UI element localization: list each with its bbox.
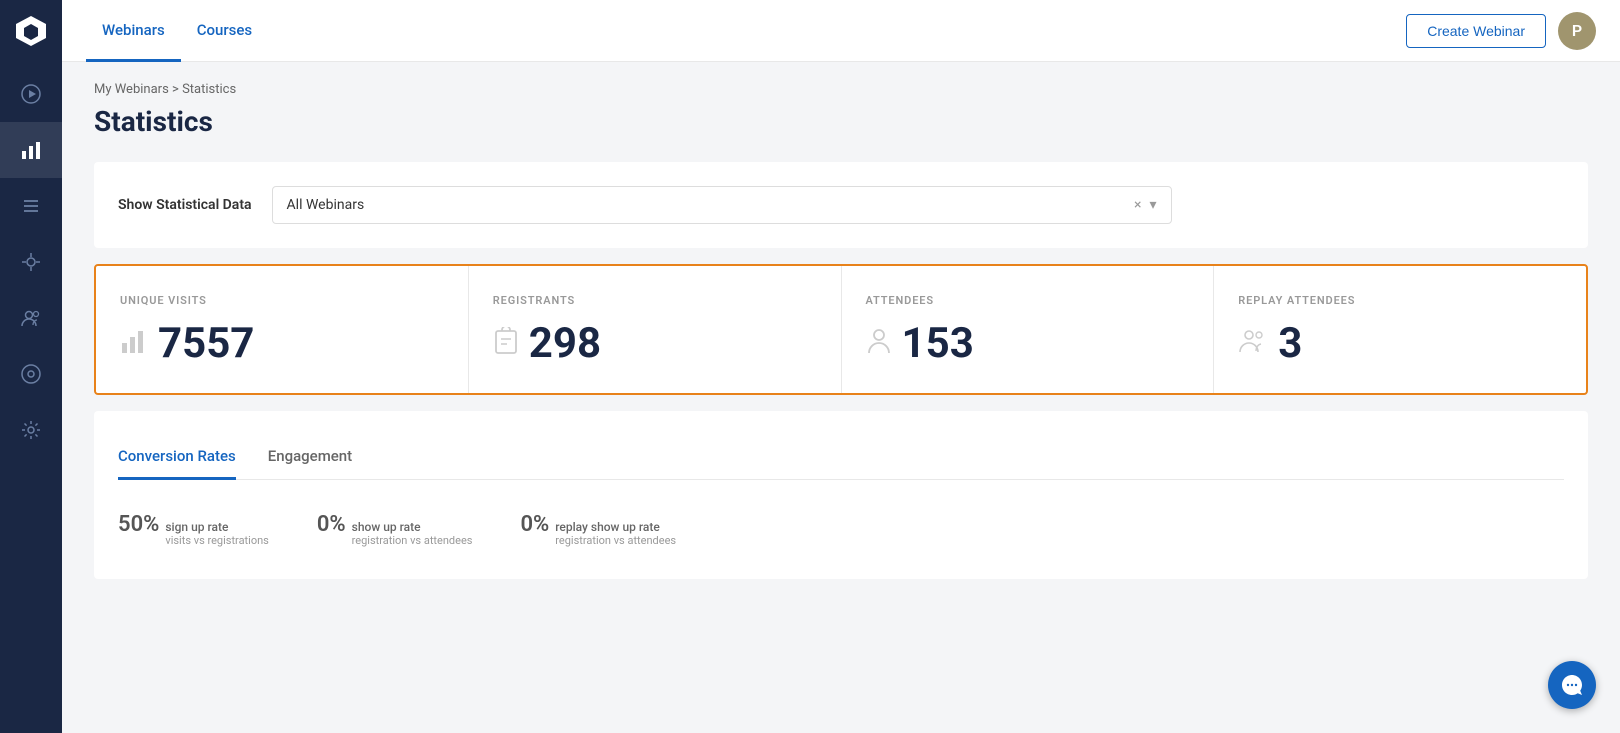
filter-label: Show Statistical Data [118,197,252,213]
showup-rate-title: show up rate [352,520,473,534]
filter-clear-icon[interactable]: × [1134,197,1141,213]
stat-attendees-label: ATTENDEES [866,294,1190,307]
page-title: Statistics [94,105,1588,138]
signup-rate-subtitle: visits vs registrations [165,534,268,547]
nav-tabs: Webinars Courses [86,0,268,61]
stat-unique-visits: UNIQUE VISITS 7557 [96,266,469,393]
signup-rate-value: 50% [118,512,159,537]
stat-replay-attendees-number: 3 [1278,323,1302,365]
persons-icon [1238,327,1268,362]
conversion-row: 50% sign up rate visits vs registrations… [118,504,1564,555]
replay-showup-rate-value: 0% [520,512,549,537]
tab-conversion-rates[interactable]: Conversion Rates [118,435,236,480]
conversion-card: Conversion Rates Engagement 50% sign up … [94,411,1588,579]
showup-rate-value: 0% [317,512,346,537]
replay-showup-rate-desc: replay show up rate registration vs atte… [555,520,676,547]
stat-registrants-label: REGISTRANTS [493,294,817,307]
sidebar-item-list[interactable] [0,178,62,234]
tab-engagement[interactable]: Engagement [268,435,352,480]
filter-card: Show Statistical Data All Webinars × ▾ [94,162,1588,248]
filter-row: Show Statistical Data All Webinars × ▾ [118,186,1564,224]
stat-unique-visits-number: 7557 [158,323,254,365]
filter-select-value: All Webinars [287,197,365,213]
showup-rate-subtitle: registration vs attendees [352,534,473,547]
signup-rate-title: sign up rate [165,520,268,534]
stat-registrants-value-row: 298 [493,323,817,365]
create-webinar-button[interactable]: Create Webinar [1406,14,1546,48]
sidebar-logo [0,0,62,62]
conversion-replay-showup-rate: 0% replay show up rate registration vs a… [520,512,676,547]
stat-replay-attendees: REPLAY ATTENDEES 3 [1214,266,1586,393]
nav-actions: Create Webinar P [1406,0,1596,61]
conversion-signup-rate: 50% sign up rate visits vs registrations [118,512,269,547]
top-navigation: Webinars Courses Create Webinar P [62,0,1620,62]
conversion-showup-rate: 0% show up rate registration vs attendee… [317,512,473,547]
stat-registrants-number: 298 [529,323,601,365]
bar-chart-icon [120,327,148,362]
stat-registrants: REGISTRANTS 298 [469,266,842,393]
tab-webinars[interactable]: Webinars [86,0,181,62]
filter-select-dropdown[interactable]: All Webinars × ▾ [272,186,1172,224]
main-content: Webinars Courses Create Webinar P My Web… [62,0,1620,733]
section-tabs: Conversion Rates Engagement [118,435,1564,480]
showup-rate-desc: show up rate registration vs attendees [352,520,473,547]
stat-replay-attendees-value-row: 3 [1238,323,1562,365]
person-icon [866,327,892,362]
stat-unique-visits-label: UNIQUE VISITS [120,294,444,307]
sidebar-item-contacts[interactable] [0,290,62,346]
clipboard-icon [493,327,519,362]
stat-attendees-value-row: 153 [866,323,1190,365]
sidebar-item-settings[interactable] [0,402,62,458]
tab-courses[interactable]: Courses [181,0,268,62]
page-content: My Webinars > Statistics Statistics Show… [62,62,1620,733]
stat-attendees: ATTENDEES 153 [842,266,1215,393]
breadcrumb-separator: > [172,82,179,97]
replay-showup-rate-title: replay show up rate [555,520,676,534]
stats-box: UNIQUE VISITS 7557 REGISTRANT [94,264,1588,395]
sidebar-item-circle-settings[interactable] [0,346,62,402]
breadcrumb: My Webinars > Statistics [94,82,1588,97]
breadcrumb-current: Statistics [182,82,236,97]
sidebar-item-chart[interactable] [0,122,62,178]
signup-rate-desc: sign up rate visits vs registrations [165,520,268,547]
filter-select-controls: × ▾ [1134,197,1157,213]
sidebar-item-play[interactable] [0,66,62,122]
breadcrumb-parent: My Webinars [94,82,169,97]
sidebar-item-integrations[interactable] [0,234,62,290]
stat-unique-visits-value-row: 7557 [120,323,444,365]
stat-attendees-number: 153 [902,323,974,365]
sidebar [0,0,62,733]
user-avatar[interactable]: P [1558,12,1596,50]
replay-showup-rate-subtitle: registration vs attendees [555,534,676,547]
filter-dropdown-icon[interactable]: ▾ [1150,197,1157,213]
chat-button[interactable] [1548,661,1596,709]
stat-replay-attendees-label: REPLAY ATTENDEES [1238,294,1562,307]
